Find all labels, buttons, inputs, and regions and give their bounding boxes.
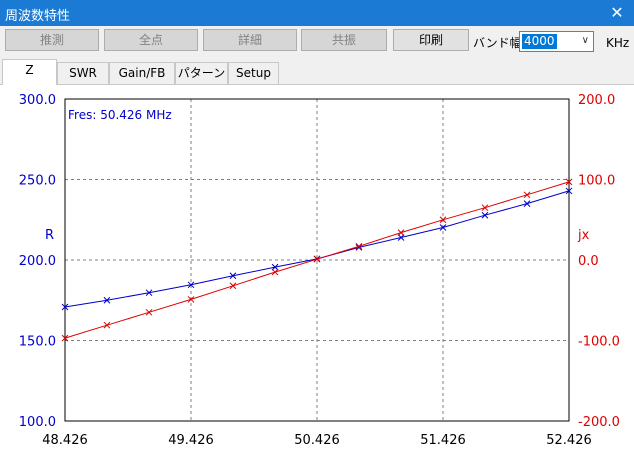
x-tick-label: 48.426 — [42, 433, 88, 448]
y-right-axis-label: jx — [577, 228, 590, 243]
x-tick-label: 51.426 — [420, 433, 466, 448]
print-button[interactable]: 印刷 — [393, 29, 469, 51]
x-tick-label: 52.426 — [546, 433, 592, 448]
tab-setup[interactable]: Setup — [228, 62, 279, 84]
y-left-tick-label: 100.0 — [19, 415, 56, 430]
impedance-chart: 48.426 49.426 50.426 51.426 52.426 300.0 250.0… — [19, 93, 620, 448]
y-left-tick-label: 250.0 — [19, 174, 56, 189]
tab-pattern[interactable]: パターン — [175, 62, 228, 84]
y-right-tick-label: 200.0 — [578, 93, 615, 108]
resonance-button[interactable]: 共振 — [301, 29, 387, 51]
all-points-button[interactable]: 全点 — [104, 29, 198, 51]
detail-button[interactable]: 詳細 — [203, 29, 297, 51]
close-icon[interactable]: ✕ — [600, 0, 634, 26]
jx-data-point — [229, 282, 237, 290]
window-title: 周波数特性 — [5, 9, 71, 24]
bandwidth-value: 4000 — [522, 34, 557, 49]
y-left-tick-label: 150.0 — [19, 335, 56, 350]
jx-data-point — [397, 229, 405, 236]
y-left-tick-label: 200.0 — [19, 254, 56, 269]
resonance-annotation: Fres: 50.426 MHz — [68, 108, 172, 122]
jx-data-point — [271, 268, 279, 276]
jx-data-point — [481, 204, 489, 212]
chevron-down-icon: ∨ — [581, 35, 589, 46]
jx-data-point — [523, 191, 531, 199]
x-tick-label: 49.426 — [168, 433, 214, 448]
r-data-point — [481, 211, 489, 219]
tab-z[interactable]: Z — [2, 59, 57, 85]
y-right-tick-label: 100.0 — [578, 174, 615, 189]
y-right-tick-label: -100.0 — [578, 335, 620, 350]
y-right-tick-label: 0.0 — [578, 254, 599, 269]
tab-swr[interactable]: SWR — [57, 62, 109, 84]
bandwidth-unit: KHz — [606, 36, 630, 50]
estimate-button[interactable]: 推測 — [5, 29, 99, 51]
jx-data-point — [145, 308, 153, 316]
x-tick-label: 50.426 — [294, 433, 340, 448]
bandwidth-select[interactable]: 4000 ∨ — [519, 31, 594, 52]
jx-data-point — [103, 321, 111, 329]
bandwidth-label: バンド幅 — [473, 36, 522, 50]
y-right-tick-label: -200.0 — [578, 415, 620, 430]
tab-gain-fb[interactable]: Gain/FB — [109, 62, 175, 84]
jx-data-point — [355, 242, 363, 250]
y-left-axis-label: R — [45, 228, 54, 243]
y-left-tick-label: 300.0 — [19, 93, 56, 108]
chart-panel: 48.426 49.426 50.426 51.426 52.426 300.0 250.0… — [0, 84, 634, 455]
title-bar: 周波数特性 ✕ — [0, 0, 634, 26]
